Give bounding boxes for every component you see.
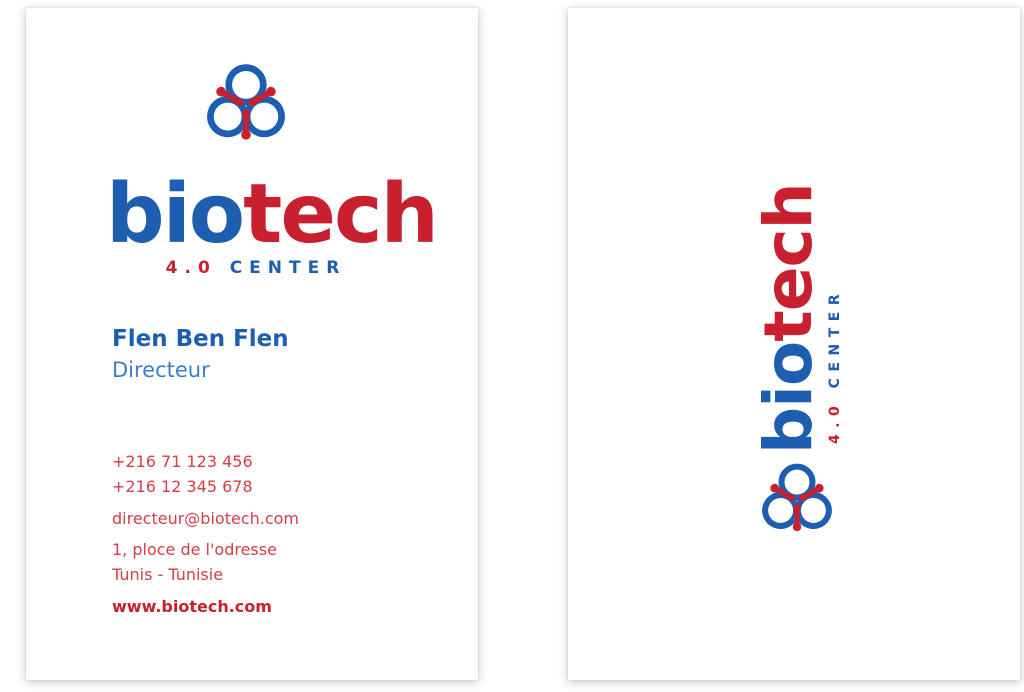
website-link[interactable]: www.biotech.com bbox=[112, 599, 272, 615]
tagline-center: CENTER bbox=[229, 258, 347, 278]
brand-wordmark: biotech bbox=[106, 174, 439, 256]
person-name: Flen Ben Flen bbox=[112, 326, 289, 352]
brand-tagline: 4.0 CENTER bbox=[827, 287, 843, 444]
brand-wordmark: biotech bbox=[750, 183, 827, 454]
biotech-logo-icon bbox=[754, 458, 840, 544]
phone-number-secondary[interactable]: +216 12 345 678 bbox=[112, 479, 253, 495]
brand-tagline: 4.0 CENTER bbox=[106, 260, 406, 277]
person-title: Directeur bbox=[112, 358, 210, 382]
email-address[interactable]: directeur@biotech.com bbox=[112, 511, 299, 527]
phone-number-primary[interactable]: +216 71 123 456 bbox=[112, 454, 253, 470]
address-line-1: 1, ploce de l'odresse bbox=[112, 540, 277, 559]
biotech-logo-icon bbox=[198, 58, 294, 154]
vertical-logo-lockup: biotech 4.0 CENTER bbox=[742, 183, 862, 544]
wordmark-bio: bio bbox=[106, 167, 245, 262]
tagline-version: 4.0 bbox=[165, 258, 230, 278]
tagline-center: CENTER bbox=[827, 287, 843, 389]
business-card-front: biotech 4.0 CENTER Flen Ben Flen Directe… bbox=[26, 8, 478, 680]
wordmark-tech: tech bbox=[750, 183, 827, 342]
tagline-version: 4.0 bbox=[827, 388, 843, 444]
business-card-back: biotech 4.0 CENTER bbox=[568, 8, 1020, 680]
address-line-2: Tunis - Tunisie bbox=[112, 565, 224, 584]
wordmark-tech: tech bbox=[243, 167, 439, 262]
wordmark-bio: bio bbox=[750, 341, 827, 454]
